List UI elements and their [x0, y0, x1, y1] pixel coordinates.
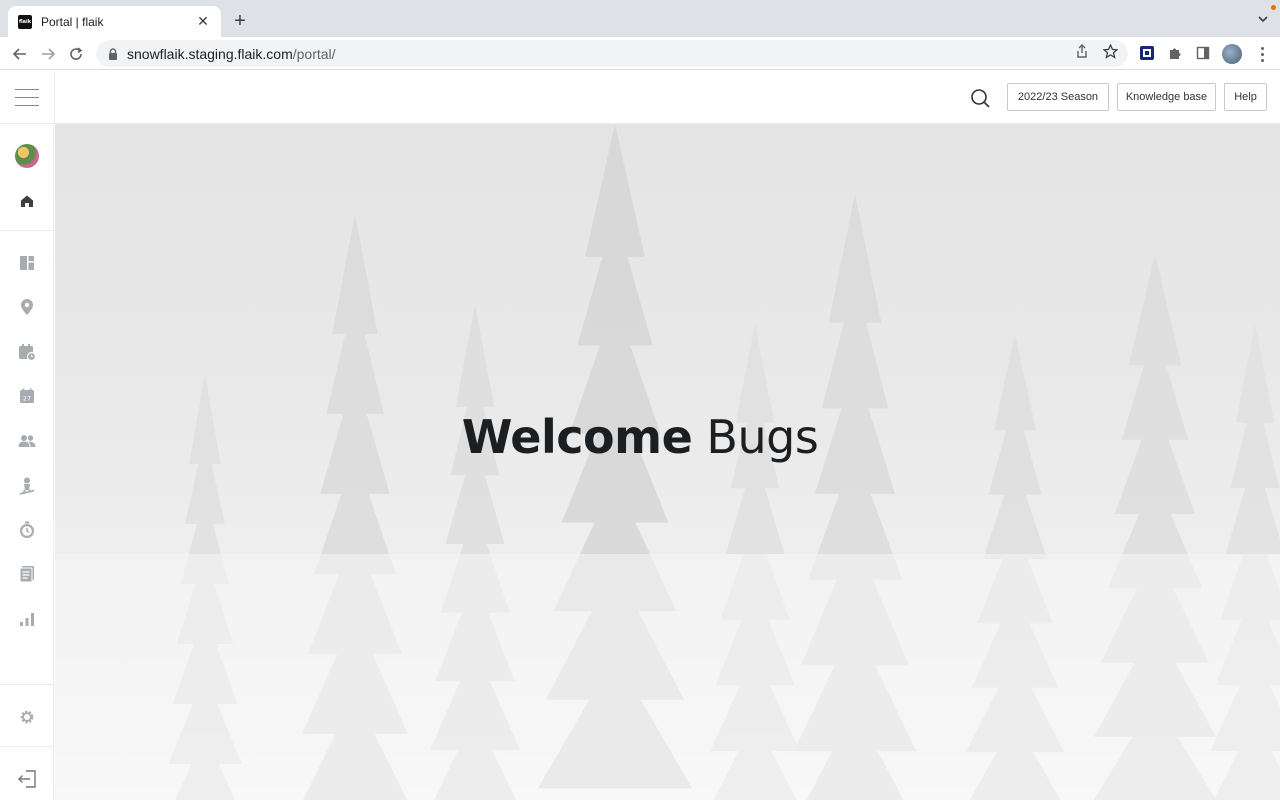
chevron-down-icon[interactable]: [1256, 12, 1270, 26]
reload-icon: [70, 47, 83, 60]
help-button[interactable]: Help: [1224, 83, 1267, 111]
user-name: Bugs: [706, 410, 819, 464]
extension-icon[interactable]: [1138, 44, 1156, 62]
address-bar[interactable]: snowflaik.staging.flaik.com/portal/: [96, 40, 1128, 67]
more-menu-icon[interactable]: [1255, 44, 1269, 64]
gear-icon[interactable]: [15, 705, 39, 729]
home-icon[interactable]: [15, 189, 39, 213]
browser-tabstrip: flaik Portal | flaik ✕ +: [0, 0, 1280, 37]
browser-toolbar: snowflaik.staging.flaik.com/portal/: [0, 37, 1280, 70]
sidebar-separator: [0, 230, 54, 231]
knowledge-base-button[interactable]: Knowledge base: [1117, 83, 1216, 111]
dashboard-icon[interactable]: [15, 251, 39, 275]
lock-icon: [109, 47, 117, 60]
reload-button[interactable]: [65, 43, 87, 65]
puzzle-icon[interactable]: [1166, 44, 1184, 62]
tab-title: Portal | flaik: [41, 14, 104, 29]
share-icon[interactable]: [1073, 42, 1091, 60]
profile-avatar[interactable]: [1222, 44, 1242, 64]
arrow-left-icon: [12, 48, 26, 60]
schedule-icon[interactable]: [15, 340, 39, 364]
app-header: 2022/23 Season Knowledge base Help: [0, 71, 1280, 124]
flaik-favicon: flaik: [18, 14, 32, 29]
search-icon[interactable]: [969, 87, 991, 109]
sidebar-separator: [0, 746, 54, 747]
welcome-heading: Welcome Bugs: [55, 410, 1225, 464]
url-path: /portal/: [292, 45, 336, 62]
back-button[interactable]: [9, 43, 31, 65]
welcome-hero: Welcome Bugs: [55, 124, 1280, 800]
arrow-right-icon: [42, 48, 56, 60]
browser-tab[interactable]: flaik Portal | flaik ✕: [8, 6, 221, 37]
documents-icon[interactable]: [15, 562, 39, 586]
welcome-word: Welcome: [461, 410, 693, 464]
side-panel-icon[interactable]: [1194, 44, 1212, 62]
close-icon[interactable]: ✕: [195, 13, 211, 30]
sidebar-separator: [0, 684, 54, 685]
calendar-day: 27: [23, 395, 31, 403]
season-button[interactable]: 2022/23 Season: [1007, 83, 1109, 111]
logout-icon[interactable]: [15, 767, 39, 791]
fog-overlay: [55, 554, 1280, 800]
update-indicator: [1271, 5, 1276, 10]
new-tab-button[interactable]: +: [229, 10, 251, 32]
menu-icon[interactable]: [15, 89, 39, 107]
clients-icon[interactable]: [15, 429, 39, 453]
star-icon[interactable]: [1101, 42, 1119, 60]
url-host: snowflaik.staging.flaik.com: [127, 45, 293, 62]
header-divider: [54, 71, 55, 124]
sidebar: 27: [0, 124, 54, 800]
calendar-icon[interactable]: 27: [15, 384, 39, 408]
avatar[interactable]: [15, 144, 39, 168]
forward-button[interactable]: [37, 43, 59, 65]
location-pin-icon[interactable]: [15, 295, 39, 319]
stopwatch-icon[interactable]: [15, 518, 39, 542]
instructor-icon[interactable]: [15, 474, 39, 498]
reports-icon[interactable]: [15, 607, 39, 631]
